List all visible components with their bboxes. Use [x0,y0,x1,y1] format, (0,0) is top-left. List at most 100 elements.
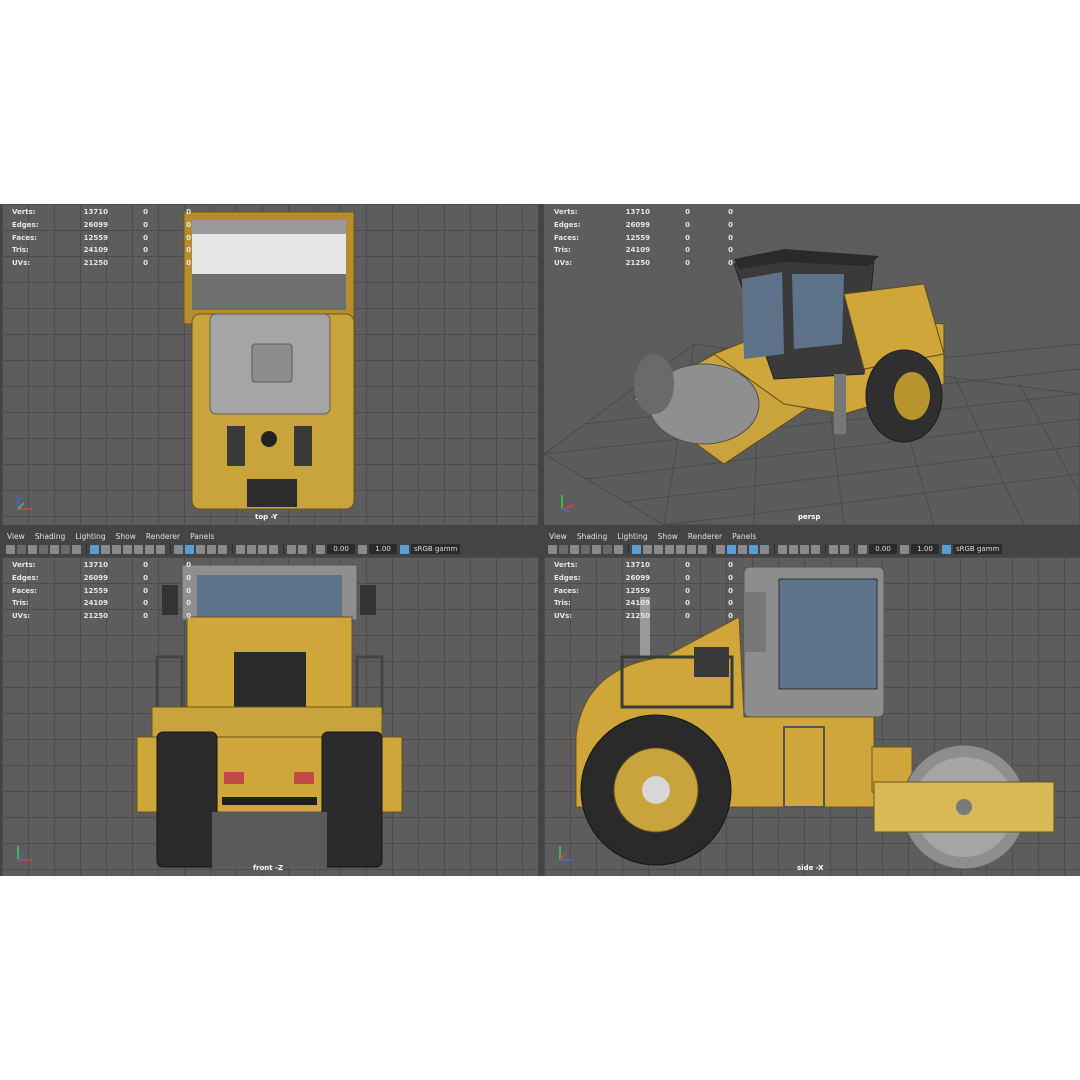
menu-panels[interactable]: Panels [190,532,214,541]
viewport-front[interactable]: Verts: 13710 0 0 Edges: 26099 0 0 Faces: 12559 0… [2,557,538,876]
textured-icon[interactable] [665,544,674,554]
isolate-icon[interactable] [156,544,165,554]
viewport-persp[interactable]: Verts: 13710 0 0 Edges: 26099 0 0 Faces: 12559 0… [544,204,1080,525]
backface-icon[interactable] [185,544,194,554]
image-plane-icon[interactable] [581,544,590,554]
shadows-icon[interactable] [687,544,696,554]
aa-icon[interactable] [749,544,758,554]
dof-icon[interactable] [760,544,769,554]
smooth-shade-icon[interactable] [654,544,663,554]
colorspace-dropdown[interactable]: sRGB gamm [411,544,461,554]
menu-lighting[interactable]: Lighting [617,532,647,541]
ring-icon[interactable] [258,544,267,554]
menu-view[interactable]: View [549,532,567,541]
menu-shading[interactable]: Shading [577,532,607,541]
menu-lighting[interactable]: Lighting [75,532,105,541]
color-management-icon[interactable] [942,544,951,554]
resolution-gate-icon[interactable] [614,544,623,554]
verts-tris: 0 [186,208,191,216]
lock-camera-icon[interactable] [17,544,26,554]
grid-icon[interactable] [90,544,99,554]
tris-label: Tris: [554,246,571,255]
lights-icon[interactable] [134,544,143,554]
ao-icon[interactable] [738,544,747,554]
textured-icon[interactable] [123,544,132,554]
grid-toggle-icon[interactable] [50,544,59,554]
gamma-field[interactable]: 1.00 [369,544,397,554]
grid-toggle-icon[interactable] [592,544,601,554]
exposure-field[interactable]: 0.00 [327,544,355,554]
verts-value: 13710 [83,561,108,569]
hud-icon[interactable] [269,544,278,554]
gamma-icon[interactable] [358,544,367,554]
backface-icon[interactable] [727,544,736,554]
viewport-side[interactable]: Verts: 13710 0 0 Edges: 26099 0 0 Faces: 12559 0… [544,557,1080,876]
separator [712,544,713,554]
image-plane-icon[interactable] [39,544,48,554]
shadows-icon[interactable] [145,544,154,554]
ao-icon[interactable] [196,544,205,554]
film-gate-icon[interactable] [61,544,70,554]
camera-icon[interactable] [548,544,557,554]
faces-selected: 0 [143,586,148,595]
isolate-icon[interactable] [698,544,707,554]
faces-tris: 0 [186,233,191,242]
exposure-field[interactable]: 0.00 [869,544,897,554]
layout-icon[interactable] [829,544,838,554]
menu-show[interactable]: Show [658,532,678,541]
gate-mask-icon[interactable] [298,544,307,554]
viewport-top[interactable]: Verts: 13710 0 0 Edges: 26099 0 0 Faces: 12559 0… [2,204,538,525]
uvs-tris: 0 [186,259,191,268]
panel-toolbar-side: 0.00 1.00 sRGB gamm [548,542,1080,556]
uvs-label: UVs: [554,612,573,621]
menu-renderer[interactable]: Renderer [688,532,722,541]
gate-mask-icon[interactable] [840,544,849,554]
ring-icon[interactable] [800,544,809,554]
edges-tris: 0 [186,220,191,229]
camera-icon[interactable] [6,544,15,554]
smooth-shade-icon[interactable] [112,544,121,554]
gamma-field[interactable]: 1.00 [911,544,939,554]
dof-icon[interactable] [218,544,227,554]
edges-label: Edges: [12,573,39,582]
film-gate-icon[interactable] [603,544,612,554]
menu-shading[interactable]: Shading [35,532,65,541]
lock-camera-icon[interactable] [559,544,568,554]
exposure-icon[interactable] [316,544,325,554]
axis-gizmo-icon [17,495,32,510]
grid-icon[interactable] [632,544,641,554]
sphere-icon[interactable] [778,544,787,554]
menu-show[interactable]: Show [116,532,136,541]
uvs-label: UVs: [12,612,31,621]
sphere-icon[interactable] [236,544,245,554]
wireframe-icon[interactable] [101,544,110,554]
layout-icon[interactable] [287,544,296,554]
uvs-selected: 0 [685,259,690,268]
edges-tris: 0 [186,573,191,582]
resolution-gate-icon[interactable] [72,544,81,554]
tris-value: 24109 [83,599,108,608]
bookmark-icon[interactable] [570,544,579,554]
color-management-icon[interactable] [400,544,409,554]
xray-icon[interactable] [716,544,725,554]
menu-renderer[interactable]: Renderer [146,532,180,541]
menu-panels[interactable]: Panels [732,532,756,541]
xray-icon[interactable] [174,544,183,554]
lights-icon[interactable] [676,544,685,554]
colorspace-dropdown[interactable]: sRGB gamm [953,544,1003,554]
edges-selected: 0 [685,573,690,582]
axis-gizmo-icon [559,846,574,861]
bookmark-icon[interactable] [28,544,37,554]
cube-icon[interactable] [247,544,256,554]
cube-icon[interactable] [789,544,798,554]
gamma-icon[interactable] [900,544,909,554]
menu-view[interactable]: View [7,532,25,541]
hud-icon[interactable] [811,544,820,554]
panel-toolbar-front: 0.00 1.00 sRGB gamm [6,542,538,556]
camera-label-side: side -X [797,864,824,872]
wireframe-icon[interactable] [643,544,652,554]
exposure-icon[interactable] [858,544,867,554]
aa-icon[interactable] [207,544,216,554]
camera-label-top: top -Y [255,513,278,521]
tris-label: Tris: [554,599,571,608]
